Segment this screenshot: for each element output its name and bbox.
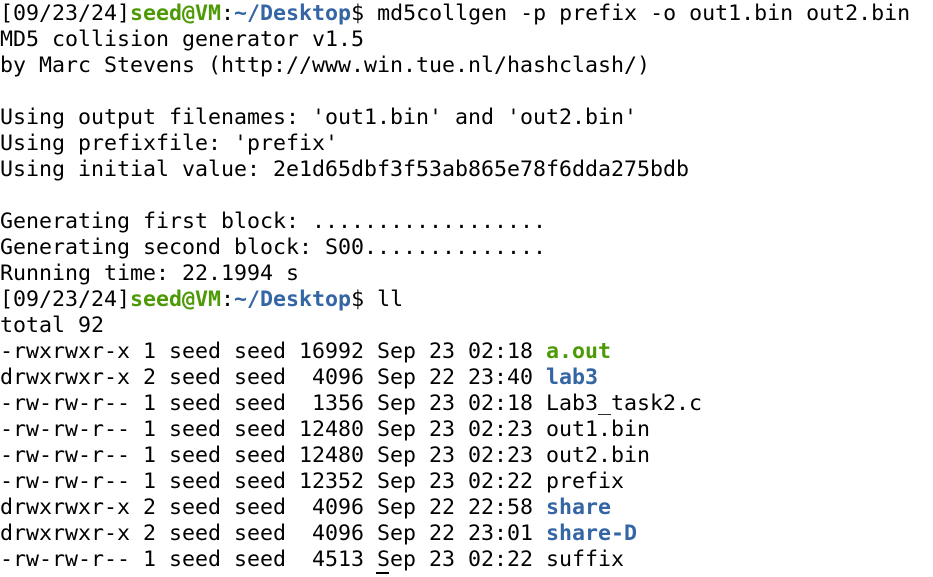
- output-text: total 92: [0, 313, 105, 338]
- terminal-line: [09/23/24]seed@VM:~/Desktop$ md5collgen …: [0, 1, 910, 27]
- terminal-line: drwxrwxr-x 2 seed seed 4096 Sep 22 23:40…: [0, 365, 910, 391]
- terminal-window[interactable]: [09/23/24]seed@VM:~/Desktop$ md5collgen …: [0, 0, 933, 577]
- terminal-line: Using initial value: 2e1d65dbf3f53ab865e…: [0, 157, 910, 183]
- terminal-line: by Marc Stevens (http://www.win.tue.nl/h…: [0, 53, 910, 79]
- output-text: drwxrwxr-x 2 seed seed 4096 Sep 22 22:58: [0, 495, 547, 520]
- terminal-output: [09/23/24]seed@VM:~/Desktop$ md5collgen …: [0, 1, 910, 573]
- output-text: -rw-rw-r-- 1 seed seed 12480 Sep 23 02:2…: [0, 417, 651, 442]
- output-text: -rw-rw-r-- 1 seed seed 12480 Sep 23 02:2…: [0, 443, 651, 468]
- terminal-line: drwxrwxr-x 2 seed seed 4096 Sep 22 22:58…: [0, 495, 910, 521]
- output-text: [09/23/24]: [0, 287, 131, 312]
- terminal-line: total 92: [0, 313, 910, 339]
- directory-name: lab3: [546, 365, 599, 390]
- directory-name: share: [546, 495, 612, 520]
- output-text: :: [221, 287, 235, 312]
- output-text: -rw-rw-r-- 1 seed seed 4513 Sep 23 02:22…: [0, 547, 625, 572]
- prompt-user-host: seed@VM: [130, 1, 222, 26]
- prompt-path: ~/Desktop: [234, 1, 352, 26]
- output-text: -rwxrwxr-x 1 seed seed 16992 Sep 23 02:1…: [0, 339, 547, 364]
- terminal-line: -rw-rw-r-- 1 seed seed 12480 Sep 23 02:2…: [0, 443, 910, 469]
- terminal-line: MD5 collision generator v1.5: [0, 27, 910, 53]
- output-text: :: [221, 1, 235, 26]
- output-text: -rw-rw-r-- 1 seed seed 1356 Sep 23 02:18…: [0, 391, 703, 416]
- terminal-line: -rw-rw-r-- 1 seed seed 12480 Sep 23 02:2…: [0, 417, 910, 443]
- output-text: Using output filenames: 'out1.bin' and '…: [0, 105, 638, 130]
- output-text: Generating second block: S00............…: [0, 235, 547, 260]
- terminal-line: [09/23/24]seed@VM:~/Desktop$ ll: [0, 287, 910, 313]
- terminal-line: -rwxrwxr-x 1 seed seed 16992 Sep 23 02:1…: [0, 339, 910, 365]
- output-text: Running time: 22.1994 s: [0, 261, 300, 286]
- terminal-line: drwxrwxr-x 2 seed seed 4096 Sep 22 23:01…: [0, 521, 910, 547]
- prompt-path: ~/Desktop: [234, 287, 352, 312]
- directory-name: share-D: [546, 521, 638, 546]
- terminal-line: Running time: 22.1994 s: [0, 261, 910, 287]
- output-text: $ md5collgen -p prefix -o out1.bin out2.…: [351, 1, 911, 26]
- terminal-line: Generating first block: ................…: [0, 209, 910, 235]
- output-text: MD5 collision generator v1.5: [0, 27, 365, 52]
- output-text: drwxrwxr-x 2 seed seed 4096 Sep 22 23:01: [0, 521, 547, 546]
- terminal-line: Using output filenames: 'out1.bin' and '…: [0, 105, 910, 131]
- output-text: Using initial value: 2e1d65dbf3f53ab865e…: [0, 157, 690, 182]
- output-text: Generating first block: ................…: [0, 209, 547, 234]
- executable-file-name: a.out: [546, 339, 612, 364]
- terminal-line: -rw-rw-r-- 1 seed seed 12352 Sep 23 02:2…: [0, 469, 910, 495]
- output-text: -rw-rw-r-- 1 seed seed 12352 Sep 23 02:2…: [0, 469, 625, 494]
- terminal-line: Using prefixfile: 'prefix': [0, 131, 910, 157]
- text-cursor: [376, 572, 389, 574]
- output-text: Using prefixfile: 'prefix': [0, 131, 339, 156]
- output-text: [09/23/24]: [0, 1, 131, 26]
- output-text: $ ll: [351, 287, 404, 312]
- prompt-user-host: seed@VM: [130, 287, 222, 312]
- terminal-line: Generating second block: S00............…: [0, 235, 910, 261]
- output-text: drwxrwxr-x 2 seed seed 4096 Sep 22 23:40: [0, 365, 547, 390]
- output-text: by Marc Stevens (http://www.win.tue.nl/h…: [0, 53, 651, 78]
- terminal-line: -rw-rw-r-- 1 seed seed 1356 Sep 23 02:18…: [0, 391, 910, 417]
- terminal-line: -rw-rw-r-- 1 seed seed 4513 Sep 23 02:22…: [0, 547, 910, 573]
